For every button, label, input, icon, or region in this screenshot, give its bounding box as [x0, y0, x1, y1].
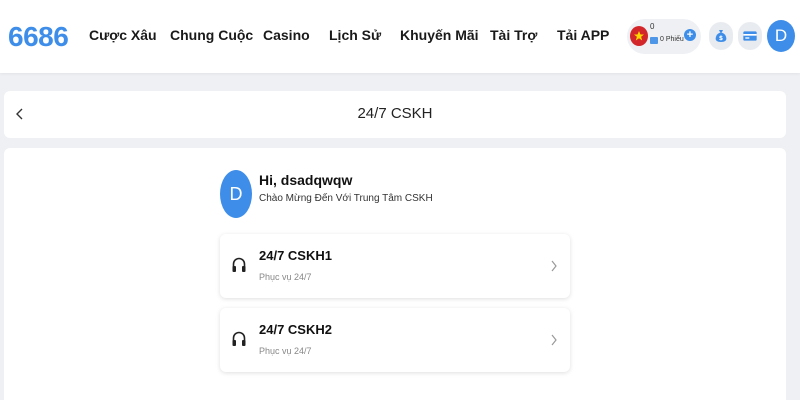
support-card-title: 24/7 CSKH2 — [259, 322, 332, 337]
nav-tai-app[interactable]: Tải APP — [557, 27, 609, 43]
user-avatar: D — [220, 170, 252, 218]
balance-amount: 0 — [650, 22, 655, 31]
support-panel: D Hi, dsadqwqw Chào Mừng Đến Với Trung T… — [4, 148, 786, 400]
chevron-right-icon — [551, 260, 557, 272]
welcome-text: Chào Mừng Đến Với Trung Tâm CSKH — [259, 193, 433, 204]
nav-khuyen-mai[interactable]: Khuyến Mãi — [400, 27, 479, 43]
card-icon — [743, 31, 757, 41]
nav-cuoc-xau[interactable]: Cược Xâu — [89, 27, 157, 43]
support-card-cskh1[interactable]: 24/7 CSKH1 Phục vụ 24/7 — [220, 234, 570, 298]
user-greeting: Hi, dsadqwqw — [259, 172, 353, 188]
user-avatar-header[interactable]: D — [767, 20, 795, 52]
nav-casino[interactable]: Casino — [263, 27, 310, 43]
support-card-title: 24/7 CSKH1 — [259, 248, 332, 263]
ticket-icon — [650, 37, 658, 44]
nav-tai-tro[interactable]: Tài Trợ — [490, 27, 537, 43]
support-card-subtitle: Phục vụ 24/7 — [259, 272, 312, 282]
page-title-bar: 24/7 CSKH — [4, 91, 786, 138]
page-title: 24/7 CSKH — [357, 105, 433, 122]
top-header: 6686 Cược Xâu Chung Cuộc Casino Lịch Sử … — [0, 0, 800, 73]
site-logo[interactable]: 6686 — [8, 21, 69, 53]
ticket-count: 0 Phiếu — [660, 36, 684, 43]
money-bag-button[interactable]: $ — [709, 22, 733, 50]
wallet-balance[interactable]: 0 0 Phiếu + — [627, 19, 701, 54]
headphones-icon — [232, 257, 246, 272]
nav-lich-su[interactable]: Lịch Sử — [329, 27, 381, 43]
support-card-subtitle: Phục vụ 24/7 — [259, 346, 312, 356]
money-bag-icon: $ — [715, 30, 727, 42]
support-card-cskh2[interactable]: 24/7 CSKH2 Phục vụ 24/7 — [220, 308, 570, 372]
vietnam-flag-icon — [630, 26, 648, 46]
svg-text:$: $ — [719, 35, 723, 42]
card-button[interactable] — [738, 22, 762, 50]
nav-chung-cuoc[interactable]: Chung Cuộc — [170, 27, 253, 43]
headphones-icon — [232, 331, 246, 346]
chevron-right-icon — [551, 334, 557, 346]
plus-icon[interactable]: + — [684, 29, 696, 41]
